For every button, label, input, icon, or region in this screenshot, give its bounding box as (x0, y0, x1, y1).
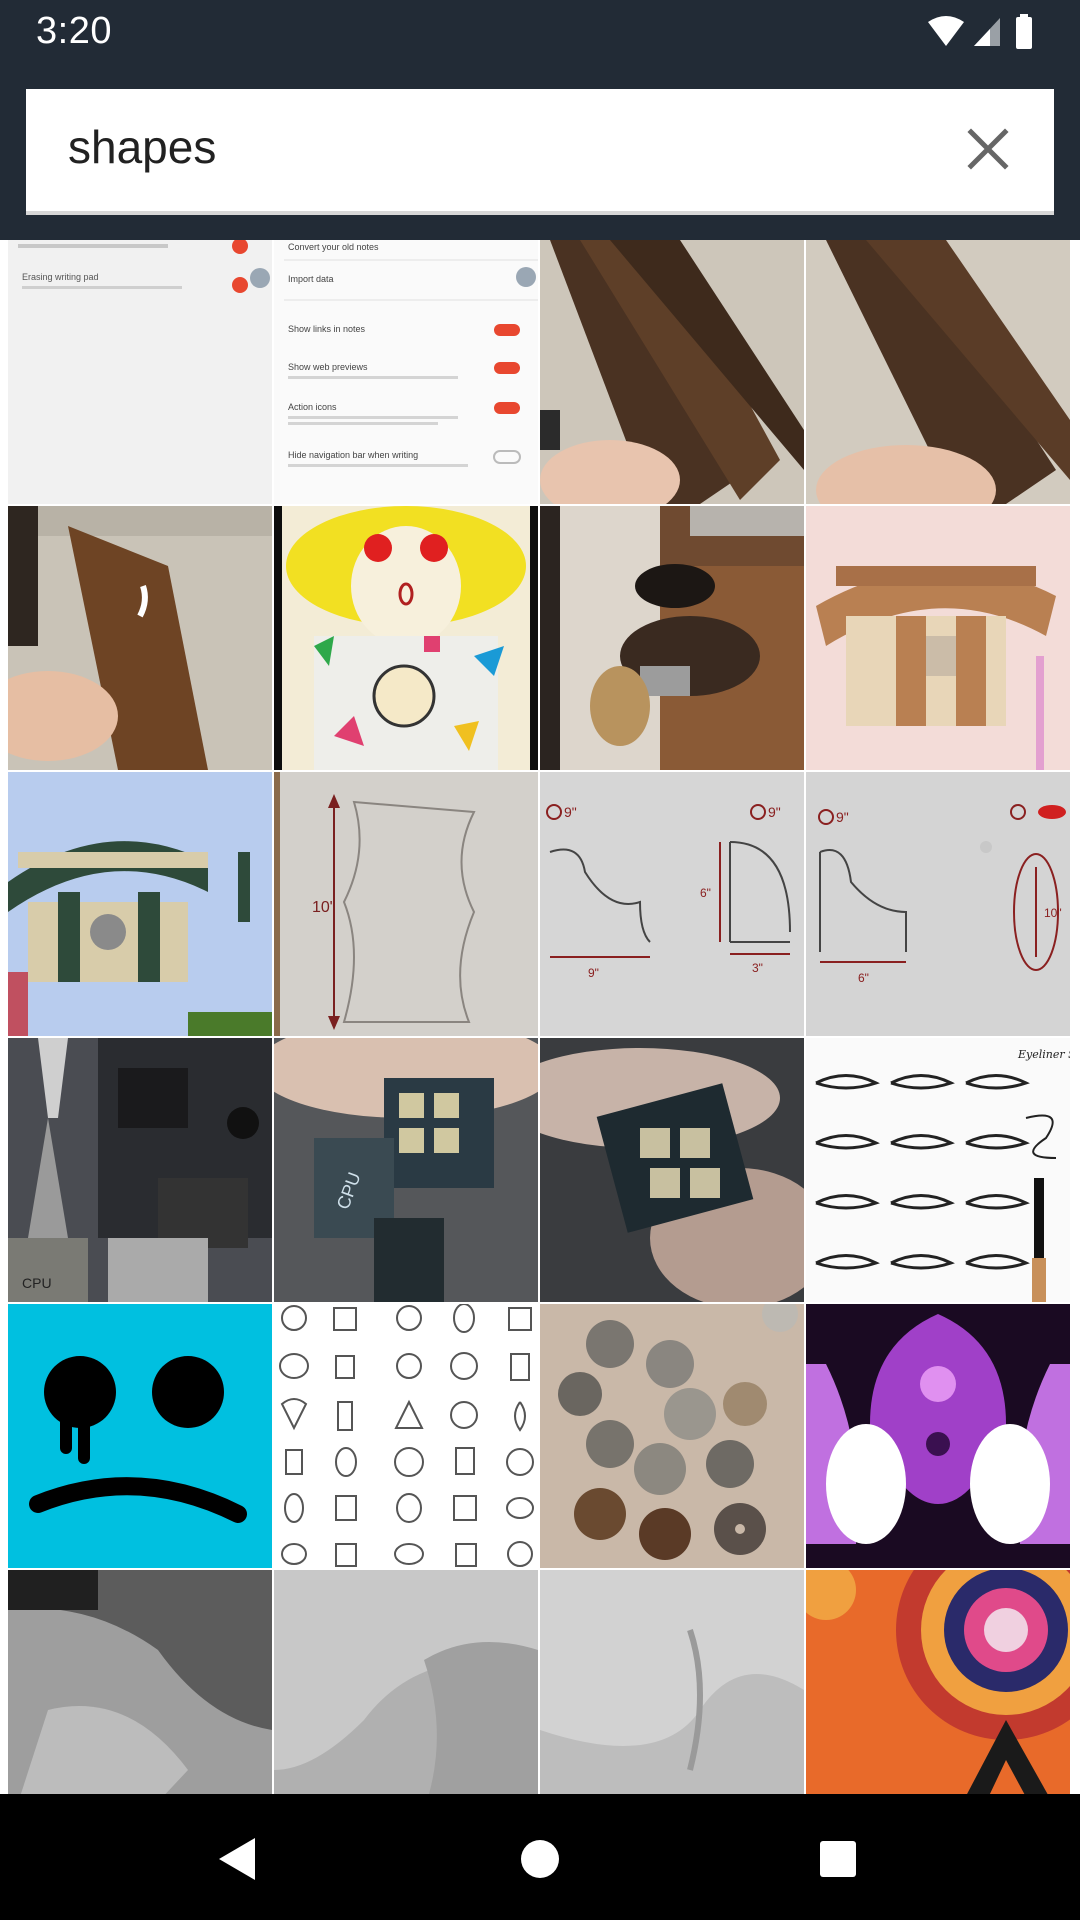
result-thumbnail[interactable] (274, 1570, 538, 1794)
thumbnail-text: 10" (1044, 906, 1062, 920)
thumbnail-text: 6" (700, 886, 711, 900)
thumbnail-text: Show web previews (288, 362, 368, 372)
thumbnail-text: 9" (588, 966, 599, 980)
clear-search-button[interactable] (956, 117, 1020, 181)
result-thumbnail[interactable] (806, 1304, 1070, 1568)
result-thumbnail[interactable] (540, 506, 804, 770)
battery-icon (1016, 14, 1032, 49)
thumbnail-text: 10" (312, 899, 335, 916)
recents-square-icon (820, 1841, 856, 1877)
status-icons (924, 12, 1044, 52)
result-thumbnail[interactable] (8, 1304, 272, 1568)
result-thumbnail[interactable] (8, 506, 272, 770)
image-results-grid: Erasing writing pad Convert your old not… (0, 240, 1080, 1794)
result-thumbnail[interactable]: CPU (8, 1038, 272, 1302)
search-box[interactable] (26, 89, 1054, 215)
result-thumbnail[interactable]: 10" (274, 772, 538, 1036)
thumbnail-text: CPU (22, 1275, 52, 1291)
thumbnail-text: Convert your old notes (288, 242, 379, 252)
result-thumbnail[interactable] (540, 1304, 804, 1568)
back-button[interactable] (198, 1819, 278, 1899)
status-time: 3:20 (36, 10, 112, 52)
thumbnail-text: Import data (288, 274, 334, 284)
system-navigation-bar (0, 1794, 1080, 1920)
result-thumbnail[interactable] (274, 506, 538, 770)
status-bar: 3:20 (0, 0, 1080, 66)
recents-button[interactable] (798, 1819, 878, 1899)
thumbnail-text: 3" (752, 961, 763, 975)
result-thumbnail[interactable]: 9" 9" 6" 3" 9" (540, 772, 804, 1036)
thumbnail-text: Show links in notes (288, 324, 366, 334)
thumbnail-text: Action icons (288, 402, 337, 412)
thumbnail-text: 9" (768, 804, 781, 820)
thumbnail-text: Eyeliner Styles (1017, 1048, 1070, 1061)
thumbnail-text: 9" (836, 809, 849, 825)
result-thumbnail[interactable] (806, 240, 1070, 504)
search-input[interactable] (68, 115, 908, 179)
home-circle-icon (521, 1840, 559, 1878)
result-thumbnail[interactable] (540, 1570, 804, 1794)
result-thumbnail[interactable]: Convert your old notes Import data Show … (274, 240, 538, 504)
result-thumbnail[interactable] (540, 1038, 804, 1302)
result-thumbnail[interactable] (8, 772, 272, 1036)
result-thumbnail[interactable]: Erasing writing pad (8, 240, 272, 504)
result-thumbnail[interactable] (540, 240, 804, 504)
home-button[interactable] (500, 1819, 580, 1899)
cellular-signal-icon (974, 18, 1000, 46)
result-thumbnail[interactable]: 9" 6" 10" (806, 772, 1070, 1036)
result-thumbnail[interactable]: CPU (274, 1038, 538, 1302)
thumbnail-text: 9" (564, 804, 577, 820)
result-thumbnail[interactable] (806, 1570, 1070, 1794)
back-triangle-icon (219, 1838, 255, 1880)
close-icon (967, 128, 1009, 170)
result-thumbnail[interactable] (274, 1304, 538, 1568)
result-thumbnail[interactable] (8, 1570, 272, 1794)
wifi-icon (928, 16, 964, 46)
thumbnail-text: 6" (858, 971, 869, 985)
thumbnail-text: Erasing writing pad (22, 272, 99, 282)
thumbnail-text: Hide navigation bar when writing (288, 450, 418, 460)
result-thumbnail[interactable]: Eyeliner Styles (806, 1038, 1070, 1302)
result-thumbnail[interactable] (806, 506, 1070, 770)
